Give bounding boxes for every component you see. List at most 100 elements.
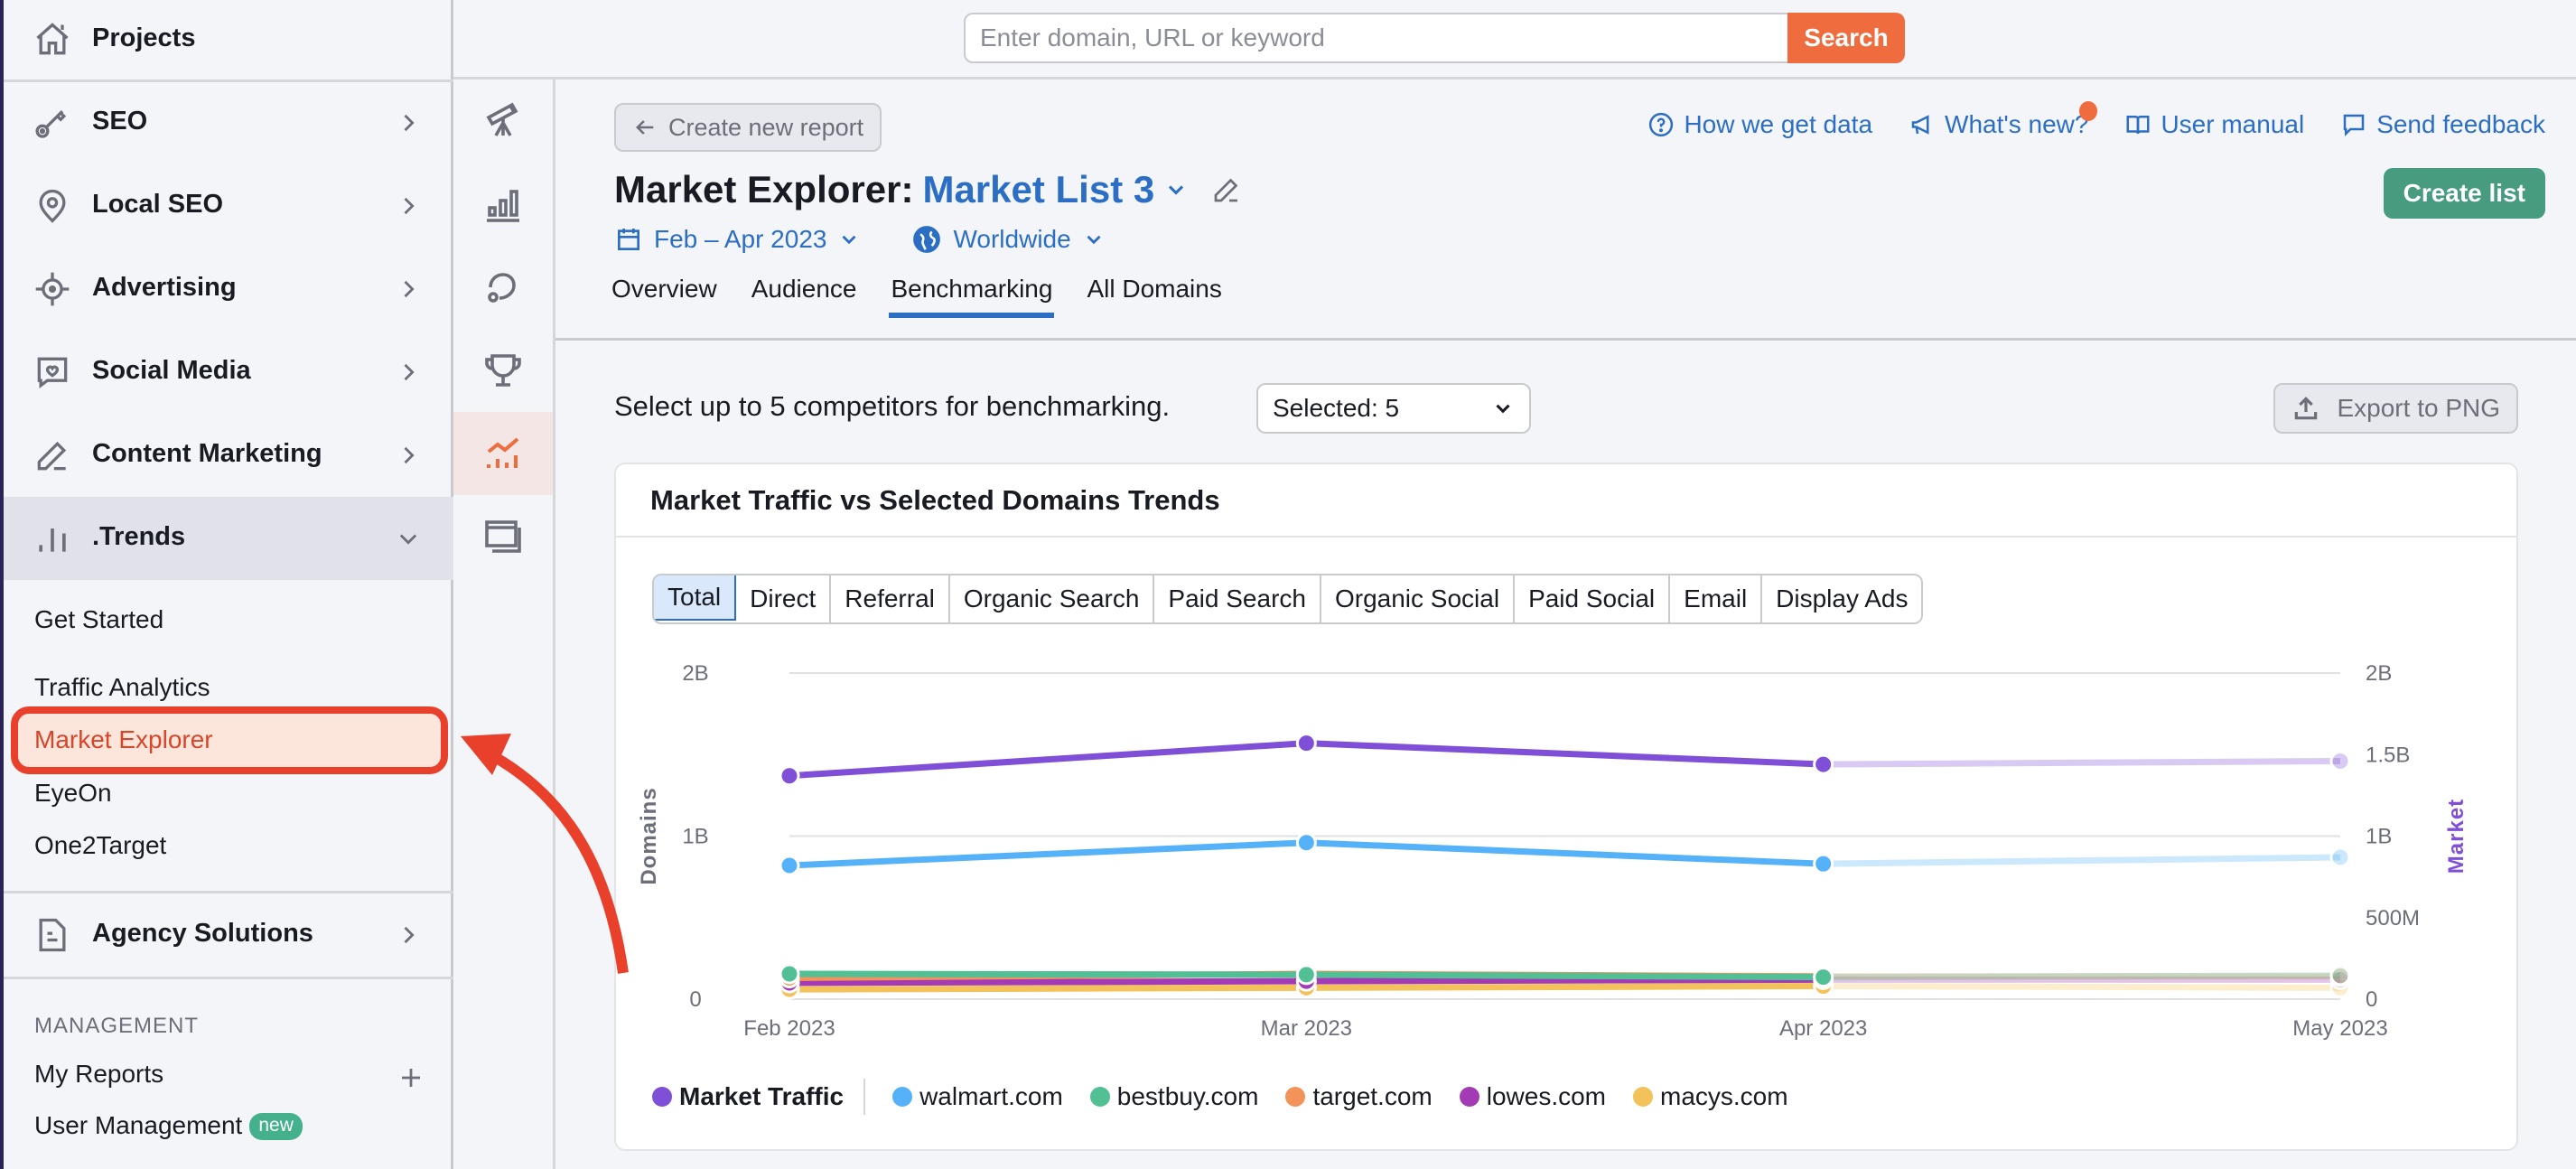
competitors-dropdown[interactable]: Selected: 5 <box>1256 383 1531 434</box>
chevron-down-icon <box>842 235 856 245</box>
title-prefix: Market Explorer: <box>614 168 914 210</box>
chevron-right-icon <box>404 280 415 298</box>
top-bar: Search <box>453 0 2576 79</box>
new-badge: new <box>249 1113 303 1140</box>
search-button[interactable]: Search <box>1787 13 1905 63</box>
trends-chart: 0 1B 2B 0 500M 1B 1.5B 2B Domains Market Feb 2023 M… <box>637 661 2469 1041</box>
megaphone-icon <box>1911 115 1929 135</box>
chat-icon <box>2343 114 2365 137</box>
data-point <box>779 765 800 787</box>
rail-item-trends[interactable] <box>453 412 553 495</box>
y-tick-left: 0 <box>689 987 701 1012</box>
rail-item-one2target[interactable] <box>453 495 553 578</box>
edit-pencil-icon[interactable] <box>1210 173 1243 206</box>
search-input[interactable] <box>964 13 1787 63</box>
signal-icon <box>488 273 516 303</box>
trend-chart-icon <box>487 437 519 468</box>
sidebar-label: Content Marketing <box>92 439 322 468</box>
back-label: Create new report <box>668 113 864 141</box>
sidebar-item-trends[interactable]: .Trends <box>4 497 453 580</box>
data-point <box>1813 853 1834 874</box>
x-tick-label: Mar 2023 <box>1261 1016 1352 1041</box>
y-tick-right: 0 <box>2366 987 2377 1012</box>
sidebar-item-agency-solutions[interactable]: Agency Solutions <box>4 893 453 977</box>
y-tick-right: 1.5B <box>2366 743 2410 767</box>
region-value: Worldwide <box>953 225 1071 253</box>
y-axis-title-right: Market <box>2444 799 2469 874</box>
plus-icon[interactable] <box>397 1064 425 1091</box>
x-tick-label: Apr 2023 <box>1779 1016 1867 1041</box>
data-point <box>1813 753 1834 775</box>
series-line-projected <box>1823 854 2341 867</box>
user-manual-link[interactable]: User manual <box>2124 110 2304 139</box>
rail-item-benchmark[interactable] <box>453 329 553 412</box>
sidebar-item-social-media[interactable]: Social Media <box>4 332 453 412</box>
region-filter[interactable]: Worldwide <box>911 224 1105 255</box>
rail-item-eyeon[interactable] <box>453 246 553 329</box>
benchmark-prompt: Select up to 5 competitors for benchmark… <box>614 390 1171 422</box>
help-links: How we get data What's new? User manual … <box>1647 101 2545 139</box>
rail-item-traffic-analytics[interactable] <box>453 163 553 246</box>
create-list-button[interactable]: Create list <box>2383 168 2545 219</box>
chevron-down-icon <box>399 534 417 545</box>
date-range-filter[interactable]: Feb – Apr 2023 <box>614 224 861 255</box>
document-icon <box>31 913 74 957</box>
location-pin-icon <box>31 184 74 228</box>
sidebar-item-advertising[interactable]: Advertising <box>4 249 453 329</box>
chevron-right-icon <box>404 926 415 944</box>
sidebar-item-seo[interactable]: SEO <box>4 83 453 163</box>
sidebar-label: .Trends <box>92 522 186 551</box>
y-axis-title-left: Domains <box>637 787 661 884</box>
rail-item-market-explorer[interactable] <box>453 79 553 163</box>
chevron-down-icon[interactable] <box>1163 177 1189 202</box>
sidebar-sub-traffic-analytics[interactable]: Traffic Analytics <box>34 673 210 702</box>
market-list-selector[interactable]: Market List 3 <box>922 168 1154 211</box>
chat-heart-icon <box>31 351 74 394</box>
upload-icon <box>2295 397 2318 420</box>
pencil-icon <box>31 434 74 477</box>
how-we-get-data-link[interactable]: How we get data <box>1647 110 1872 139</box>
whats-new-link[interactable]: What's new? <box>1909 101 2098 139</box>
link-label: How we get data <box>1684 110 1873 138</box>
sidebar-label: Projects <box>92 23 196 52</box>
sidebar-sub-one2target[interactable]: One2Target <box>34 831 166 860</box>
header-divider <box>555 338 2576 341</box>
tab-benchmarking[interactable]: Benchmarking <box>889 275 1055 318</box>
sidebar-item-content-marketing[interactable]: Content Marketing <box>4 416 453 495</box>
send-feedback-link[interactable]: Send feedback <box>2340 110 2545 139</box>
sidebar-sub-market-explorer[interactable]: Market Explorer <box>34 725 213 754</box>
bar-chart-icon <box>487 190 519 222</box>
chevron-down-icon <box>1087 235 1101 245</box>
export-label: Export to PNG <box>2337 394 2500 422</box>
windows-icon <box>485 520 521 553</box>
sidebar-item-user-management[interactable]: User Management new <box>34 1111 303 1140</box>
arrow-left-icon <box>636 120 654 135</box>
chevron-right-icon <box>404 363 415 381</box>
data-point <box>2329 846 2351 868</box>
data-point <box>1295 733 1317 754</box>
export-png-button[interactable]: Export to PNG <box>2273 383 2518 434</box>
sidebar-sub-eyeon[interactable]: EyeOn <box>34 779 112 808</box>
tab-all-domains[interactable]: All Domains <box>1085 275 1223 318</box>
link-label: User manual <box>2161 110 2305 138</box>
sidebar-item-local-seo[interactable]: Local SEO <box>4 166 453 246</box>
data-point <box>779 963 800 985</box>
data-point <box>1295 832 1317 854</box>
sidebar-item-projects[interactable]: Projects <box>4 0 453 79</box>
sidebar-sub-get-started[interactable]: Get Started <box>34 605 163 634</box>
chevron-right-icon <box>404 446 415 464</box>
create-new-report-button[interactable]: Create new report <box>614 103 882 152</box>
sidebar-item-my-reports[interactable]: My Reports <box>34 1060 163 1089</box>
chevron-right-icon <box>404 197 415 215</box>
notification-dot <box>2079 101 2098 121</box>
question-circle-icon <box>1649 112 1674 137</box>
target-icon <box>31 267 74 311</box>
y-tick-left: 2B <box>682 661 708 686</box>
chevron-down-icon <box>1496 404 1510 414</box>
tab-audience[interactable]: Audience <box>750 275 859 318</box>
bar-chart-icon <box>31 517 74 560</box>
tab-overview[interactable]: Overview <box>610 275 719 318</box>
globe-icon <box>913 226 941 253</box>
tool-rail <box>453 79 555 1169</box>
link-label: What's new? <box>1945 110 2089 138</box>
